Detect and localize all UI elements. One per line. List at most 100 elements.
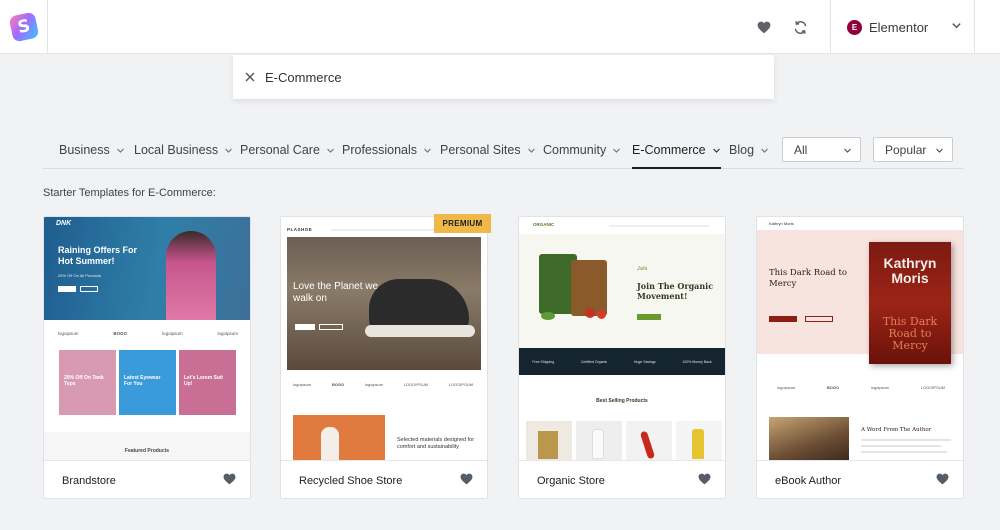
product-tile — [576, 421, 622, 460]
category-business[interactable]: Business — [59, 138, 125, 169]
template-name: Recycled Shoe Store — [299, 474, 403, 487]
brand-logo: logoipsum — [777, 385, 796, 390]
brand-logo: LOGOIPSUM — [448, 382, 473, 387]
chevron-down-icon — [527, 148, 535, 153]
category-personal-sites[interactable]: Personal Sites — [440, 138, 536, 169]
promo-tile: Latest Eyewear For You — [119, 350, 176, 415]
chevron-down-icon — [936, 148, 943, 153]
brand-logo: logoipsum — [870, 385, 890, 390]
feature-label: Certified Organic — [580, 359, 608, 364]
brand-logo: logoipsum — [217, 331, 238, 336]
template-preview: PLASHOE Love the Planet we walk on logoi… — [281, 217, 487, 461]
section-title: A Word From The Author — [861, 427, 932, 433]
category-label: Business — [59, 143, 110, 157]
hero-banner: Love the Planet we walk on — [287, 237, 481, 370]
feature-label: Free Shipping — [532, 359, 555, 364]
category-label: Local Business — [134, 143, 219, 157]
featured-band: Featured Products — [44, 432, 250, 460]
hero-button — [80, 286, 98, 292]
search-input[interactable] — [265, 69, 735, 85]
section-title: Best Selling Products — [596, 398, 648, 404]
promo-tile-label: 20% Off On Tank Tops — [64, 375, 104, 387]
chevron-down-icon — [225, 148, 233, 153]
template-preview: Kathryn Moris This Dark Road to Mercy Ka… — [757, 217, 963, 461]
chevron-down-icon — [844, 148, 851, 153]
promo-tile: 20% Off On Tank Tops — [59, 350, 116, 415]
template-card-recycled-shoe-store[interactable]: PLASHOE Love the Planet we walk on logoi… — [280, 216, 488, 499]
product-image — [592, 429, 604, 459]
type-filter-select[interactable]: All — [782, 137, 861, 162]
hero-button — [319, 324, 343, 330]
hero-banner: This Dark Road to Mercy Kathryn Moris Th… — [757, 230, 963, 364]
book-title: This Dark Road to Mercy — [882, 315, 938, 352]
hero-button — [769, 316, 797, 322]
brand-logo: logoipsum — [364, 382, 384, 387]
book-cover: Kathryn Moris This Dark Road to Mercy — [869, 242, 951, 364]
promo-text: Selected materials designed for comfort … — [397, 437, 475, 450]
favorite-heart-icon[interactable] — [698, 473, 711, 485]
chevron-down-icon — [116, 148, 124, 153]
template-name: eBook Author — [775, 474, 842, 487]
brand-logo: logoipsum — [162, 331, 183, 336]
category-e-commerce[interactable]: E-Commerce — [632, 138, 721, 169]
category-blog[interactable]: Blog — [729, 138, 769, 169]
brand-logo: LOGOIPSUM — [403, 382, 429, 387]
template-preview: ORGANIC Julia Join The Organic Movement!… — [519, 217, 725, 461]
brand-logo: logoipsum — [293, 382, 312, 387]
chevron-down-icon — [712, 148, 720, 153]
feature-label: Huge Savings — [633, 359, 656, 364]
sort-select[interactable]: Popular — [873, 137, 953, 162]
sort-value: Popular — [885, 142, 927, 157]
hero-banner: Julia Join The Organic Movement! — [519, 234, 725, 348]
product-image — [538, 431, 558, 459]
favorites-heart-icon[interactable] — [752, 15, 776, 39]
text-placeholder — [861, 439, 951, 441]
refresh-icon[interactable] — [788, 15, 812, 39]
type-filter-value: All — [794, 142, 808, 157]
brand-logos-row: logoipsum BOGO logoipsum LOGOIPSUM LOGOI… — [293, 382, 473, 387]
chevron-down-icon — [761, 148, 768, 153]
shoe-sole — [365, 325, 475, 337]
chevron-down-icon — [424, 148, 431, 153]
hero-eyebrow: Julia — [637, 266, 648, 272]
section-heading: Starter Templates for E-Commerce: — [43, 187, 216, 199]
brand-logo: BOGO — [331, 382, 345, 387]
template-card-organic-store[interactable]: ORGANIC Julia Join The Organic Movement!… — [518, 216, 726, 499]
template-name: Brandstore — [62, 474, 116, 487]
brand-logo: PLASHOE — [287, 227, 313, 232]
feature-strip: Free Shipping Certified Organic Huge Sav… — [519, 348, 725, 375]
category-personal-care[interactable]: Personal Care — [240, 138, 335, 169]
favorite-heart-icon[interactable] — [460, 473, 473, 485]
page-builder-selector[interactable]: E Elementor — [830, 0, 975, 54]
brand-logo: logoipsum — [58, 331, 79, 336]
promo-tile-label: Latest Eyewear For You — [124, 375, 161, 387]
nav-placeholder — [331, 229, 441, 231]
close-icon[interactable] — [233, 55, 267, 99]
brand-logo: LOGOIPSUM — [920, 385, 945, 390]
favorite-heart-icon[interactable] — [936, 473, 949, 485]
hero-button — [637, 314, 661, 320]
app-logo[interactable]: S — [8, 11, 39, 43]
category-community[interactable]: Community — [543, 138, 621, 169]
model-image — [166, 231, 216, 320]
leaf-image — [541, 312, 555, 320]
hero-title: This Dark Road to Mercy — [769, 268, 847, 289]
product-tile — [626, 421, 672, 460]
favorite-heart-icon[interactable] — [223, 473, 236, 485]
book-author: Kathryn Moris — [883, 255, 937, 286]
template-card-ebook-author[interactable]: Kathryn Moris This Dark Road to Mercy Ka… — [756, 216, 964, 499]
category-label: Blog — [729, 143, 755, 157]
premium-badge: PREMIUM — [434, 214, 491, 233]
product-image — [692, 429, 704, 459]
template-preview: DNK Raining Offers For Hot Summer! 25% O… — [44, 217, 250, 461]
promo-image — [293, 415, 385, 460]
nav-placeholder — [609, 225, 709, 227]
category-professionals[interactable]: Professionals — [342, 138, 432, 169]
logo-container: S — [0, 0, 48, 54]
template-card-brandstore[interactable]: DNK Raining Offers For Hot Summer! 25% O… — [43, 216, 251, 499]
category-local-business[interactable]: Local Business — [134, 138, 233, 169]
hero-title: Love the Planet we walk on — [293, 281, 379, 304]
page-builder-label: Elementor — [869, 19, 929, 35]
hero-subtitle: 25% Off On All Products — [58, 273, 102, 278]
feature-label: 100% Money Back — [682, 359, 712, 364]
